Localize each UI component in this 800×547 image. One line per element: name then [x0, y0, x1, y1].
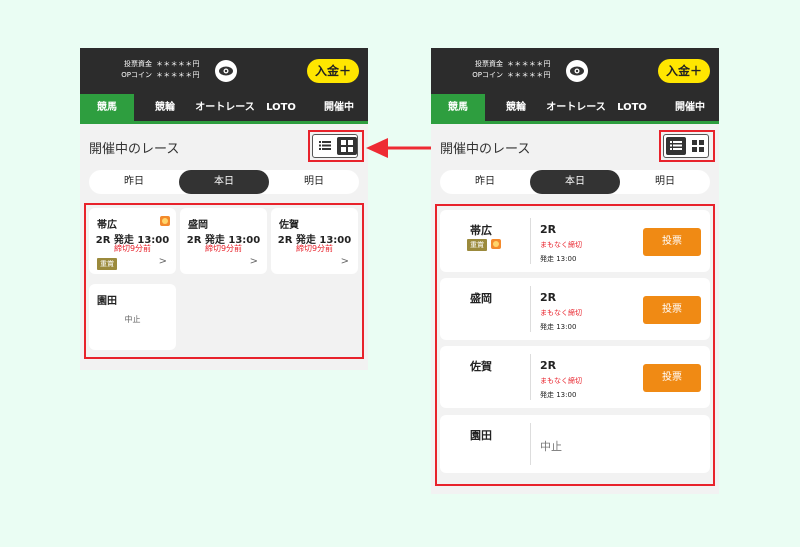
venue-name: 盛岡 [188, 220, 208, 231]
header-bar: 投票資金 ＊＊＊＊＊円 OPコイン ＊＊＊＊＊円 入金＋ [80, 48, 368, 94]
vote-button[interactable]: 投票 [643, 296, 701, 324]
coin-value: ＊＊＊＊＊円 [156, 71, 200, 79]
deadline-text: まもなく締切 [540, 377, 582, 385]
day-tomorrow[interactable]: 明日 [269, 170, 359, 194]
chevron-right-icon: > [249, 256, 258, 267]
day-selector: 昨日 本日 明日 [440, 170, 710, 194]
view-toggle [663, 134, 709, 158]
stake-value: ＊＊＊＊＊円 [507, 60, 551, 68]
tab-autorace[interactable]: オートレース [194, 94, 256, 121]
deposit-button[interactable]: 入金＋ [307, 59, 359, 83]
grid-view-button[interactable] [688, 137, 708, 155]
race-row-obihiro[interactable]: 帯広 重賞 2R まもなく締切 発走 13:00 投票 [440, 210, 710, 272]
grid-view-button[interactable] [337, 137, 357, 155]
venue-name: 園田 [470, 429, 492, 442]
row-divider [530, 286, 531, 332]
deadline-text: 締切9分前 [204, 244, 243, 253]
chevron-right-icon: > [340, 256, 349, 267]
tab-autorace[interactable]: オートレース [545, 94, 607, 121]
venue-name: 盛岡 [470, 292, 492, 305]
day-tomorrow[interactable]: 明日 [620, 170, 710, 194]
list-icon [670, 141, 682, 150]
view-toggle [312, 134, 358, 158]
header-bar: 投票資金 ＊＊＊＊＊円 OPコイン ＊＊＊＊＊円 入金＋ [431, 48, 719, 94]
row-divider [530, 218, 531, 264]
race-number: 2R [540, 291, 557, 304]
coin-value: ＊＊＊＊＊円 [507, 71, 551, 79]
coin-label: OPコイン [472, 71, 503, 79]
daytime-icon [160, 216, 170, 226]
tab-keirin[interactable]: 競輪 [142, 94, 188, 121]
phone-grid-view: 投票資金 ＊＊＊＊＊円 OPコイン ＊＊＊＊＊円 入金＋ 競馬 競輪 オートレー… [80, 48, 368, 370]
section-title: 開催中のレース [440, 142, 531, 157]
deposit-button[interactable]: 入金＋ [658, 59, 710, 83]
tab-keiba[interactable]: 競馬 [80, 94, 134, 121]
race-card-sonoda[interactable]: 園田 中止 [89, 284, 176, 350]
tab-loto[interactable]: LOTO [260, 94, 302, 121]
eye-icon[interactable] [566, 60, 588, 82]
race-row-morioka[interactable]: 盛岡 2R まもなく締切 発走 13:00 投票 [440, 278, 710, 340]
day-yesterday[interactable]: 昨日 [89, 170, 179, 194]
stake-value: ＊＊＊＊＊円 [156, 60, 200, 68]
list-icon [319, 141, 331, 150]
tab-open[interactable]: 開催中 [314, 94, 364, 121]
grid-icon [692, 140, 704, 152]
venue-name: 帯広 [97, 220, 117, 231]
vote-button[interactable]: 投票 [643, 364, 701, 392]
race-row-sonoda[interactable]: 園田 中止 [440, 415, 710, 473]
row-divider [530, 423, 531, 465]
race-number: 2R [540, 359, 557, 372]
race-card-saga[interactable]: 佐賀 2R 発走 13:00 締切9分前 > [271, 208, 358, 274]
chevron-right-icon: > [158, 256, 167, 267]
grade-badge: 重賞 [97, 258, 117, 270]
race-number: 2R [540, 223, 557, 236]
category-tabs: 競馬 競輪 オートレース LOTO 開催中 [80, 94, 368, 124]
race-card-morioka[interactable]: 盛岡 2R 発走 13:00 締切9分前 > [180, 208, 267, 274]
day-today[interactable]: 本日 [530, 170, 620, 194]
venue-name: 園田 [97, 296, 117, 307]
list-view-button[interactable] [315, 137, 335, 155]
venue-name: 佐賀 [470, 360, 492, 373]
deadline-text: 締切9分前 [113, 244, 152, 253]
stake-label: 投票資金 [124, 60, 152, 68]
section-title: 開催中のレース [89, 142, 180, 157]
tab-keirin[interactable]: 競輪 [493, 94, 539, 121]
list-view-button[interactable] [666, 137, 686, 155]
start-time: 発走 13:00 [540, 323, 577, 331]
vote-button[interactable]: 投票 [643, 228, 701, 256]
start-time: 発走 13:00 [540, 391, 577, 399]
grade-badge: 重賞 [467, 239, 487, 251]
tab-keiba[interactable]: 競馬 [431, 94, 485, 121]
tab-loto[interactable]: LOTO [611, 94, 653, 121]
grid-icon [341, 140, 353, 152]
day-today[interactable]: 本日 [179, 170, 269, 194]
category-tabs: 競馬 競輪 オートレース LOTO 開催中 [431, 94, 719, 124]
stake-label: 投票資金 [475, 60, 503, 68]
eye-icon[interactable] [215, 60, 237, 82]
day-selector: 昨日 本日 明日 [89, 170, 359, 194]
deadline-text: まもなく締切 [540, 241, 582, 249]
venue-name: 佐賀 [279, 220, 299, 231]
coin-label: OPコイン [121, 71, 152, 79]
deadline-text: 締切9分前 [295, 244, 334, 253]
tab-open[interactable]: 開催中 [665, 94, 715, 121]
deadline-text: まもなく締切 [540, 309, 582, 317]
phone-list-view: 投票資金 ＊＊＊＊＊円 OPコイン ＊＊＊＊＊円 入金＋ 競馬 競輪 オートレー… [431, 48, 719, 494]
cancelled-text: 中止 [540, 440, 562, 453]
daytime-icon [491, 239, 501, 249]
row-divider [530, 354, 531, 400]
race-row-saga[interactable]: 佐賀 2R まもなく締切 発走 13:00 投票 [440, 346, 710, 408]
venue-name: 帯広 [470, 224, 492, 237]
race-card-obihiro[interactable]: 帯広 2R 発走 13:00 締切9分前 重賞 > [89, 208, 176, 274]
day-yesterday[interactable]: 昨日 [440, 170, 530, 194]
cancelled-text: 中止 [124, 315, 141, 324]
start-time: 発走 13:00 [540, 255, 577, 263]
